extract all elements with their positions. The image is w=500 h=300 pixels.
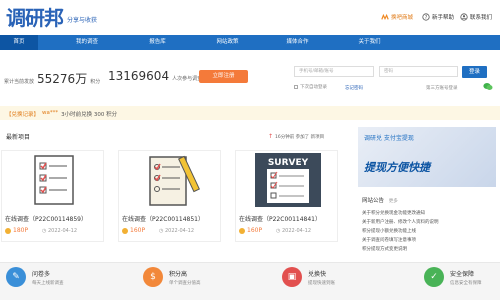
third-party-label: 第三方账号登录 — [426, 86, 458, 91]
project-card[interactable]: 在线调查（P22C00114859） 180P ◷ 2022-04-12 — [1, 150, 104, 242]
clock-icon: ◷ — [159, 228, 164, 234]
gift-icon: ▣ — [282, 267, 302, 287]
participants-stat: 13169604 人次参与调查 — [108, 69, 203, 83]
news-item[interactable]: 关于积分兑换现金功能更改通知 — [362, 210, 425, 216]
username-input[interactable]: 手机号/邮箱/账号 — [294, 66, 374, 77]
forgot-password-link[interactable]: 忘记密码 — [345, 85, 363, 91]
register-button[interactable]: 立即注册 — [199, 70, 248, 83]
mall-icon — [381, 13, 389, 20]
help-icon: ? — [422, 13, 430, 21]
promo-banner[interactable]: 调研兑 支付宝提现 提现方便快捷 — [358, 127, 496, 187]
shield-icon: ✓ — [424, 267, 444, 287]
nav-item-reports[interactable]: 报告库 — [135, 35, 180, 50]
more-link[interactable]: 更多 — [389, 199, 398, 204]
card-date: ◷ 2022-04-12 — [159, 228, 195, 234]
card-title: 在线调查（P22C00114859） — [5, 216, 87, 223]
feature-security: ✓ 安全保障 信息安全有保障 — [424, 267, 482, 287]
feature-exchange: ▣ 兑换快 提现快速到账 — [282, 267, 335, 287]
site-logo[interactable]: 调研邦 分享与收获 — [6, 8, 97, 28]
project-card[interactable]: 在线调查（P22C00114851） 160P ◷ 2022-04-12 — [118, 150, 221, 242]
card-date: ◷ 2022-04-12 — [42, 228, 78, 234]
auto-login-checkbox[interactable] — [294, 85, 298, 89]
svg-text:SURVEY: SURVEY — [268, 158, 309, 168]
nav-item-policy[interactable]: 网站政策 — [205, 35, 250, 50]
main-nav: 首页 我的调查 报告库 网站政策 媒体合作 关于我们 — [0, 35, 500, 50]
nav-item-media[interactable]: 媒体合作 — [275, 35, 320, 50]
card-points: 180P — [5, 227, 28, 234]
arrow-up-icon: ↑ — [268, 133, 274, 140]
card-points: 160P — [122, 227, 145, 234]
top-bar: 调研邦 分享与收获 换吧商城 ? 新手帮助 联系我们 — [0, 0, 500, 35]
latest-hint: ↑ 16分钟前 参加了 新项目 — [268, 133, 325, 140]
survey-checklist-icon — [34, 155, 74, 205]
card-date: ◷ 2022-04-12 — [276, 228, 312, 234]
news-item[interactable]: 关于调查问卷填写注意事项 — [362, 237, 416, 243]
password-input[interactable]: 密码 — [379, 66, 458, 77]
participants-value: 13169604 — [108, 69, 170, 83]
nav-item-about[interactable]: 关于我们 — [347, 35, 392, 50]
contact-icon — [460, 13, 468, 21]
card-title: 在线调查（P22C00114851） — [122, 216, 204, 223]
news-item[interactable]: 积分提现小额兑换功能上线 — [362, 228, 416, 234]
points-value: 55276万 — [37, 72, 88, 86]
feature-points: $ 积分高 单个调查分值高 — [143, 267, 201, 287]
news-item[interactable]: 关于新用户注册、修改个人资料的说明 — [362, 219, 439, 225]
project-card[interactable]: SURVEY 在线调查（P22C00114841） 160P ◷ 2022-04… — [235, 150, 338, 242]
section-title: 最新项目 — [6, 134, 31, 141]
points-stat: 累计当前发放 55276万 积分 — [4, 72, 101, 86]
mall-link[interactable]: 换吧商城 — [381, 13, 413, 21]
coin-icon — [5, 227, 11, 234]
news-header: 网站公告 更多 — [362, 198, 398, 204]
feature-surveys: ✎ 问卷多 每天上线新调查 — [6, 267, 64, 287]
login-button[interactable]: 登录 — [462, 66, 487, 78]
contact-link[interactable]: 联系我们 — [460, 13, 492, 21]
help-link[interactable]: ? 新手帮助 — [422, 13, 454, 21]
survey-icon: ✎ — [6, 267, 26, 287]
wechat-icon[interactable] — [483, 82, 493, 91]
banner-headline: 提现方便快捷 — [364, 161, 430, 174]
survey-pencil-icon — [149, 155, 200, 206]
news-item[interactable]: 积分提现方式变更说明 — [362, 246, 407, 252]
auto-login[interactable]: 下次自动登录 — [294, 84, 327, 90]
nav-item-my-survey[interactable]: 我的调查 — [62, 35, 112, 50]
clock-icon: ◷ — [276, 228, 281, 234]
clock-icon: ◷ — [42, 228, 47, 234]
coin-icon: $ — [143, 267, 163, 287]
coin-icon — [122, 227, 128, 234]
notice-text: 【兑换记录】 wa*** 3小时前兑换 300 积分 — [6, 110, 118, 118]
logo-text: 调研邦 — [6, 6, 64, 30]
logo-slogan: 分享与收获 — [67, 17, 98, 24]
coin-icon — [239, 227, 245, 234]
survey-board-icon: SURVEY — [255, 153, 321, 207]
nav-item-home[interactable]: 首页 — [0, 35, 38, 50]
card-title: 在线调查（P22C00114841） — [239, 216, 321, 223]
card-points: 160P — [239, 227, 262, 234]
